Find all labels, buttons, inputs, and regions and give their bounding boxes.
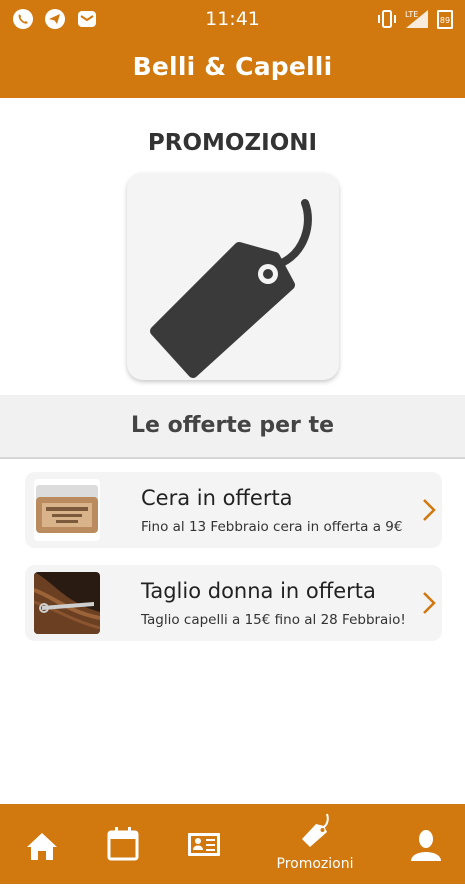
bottom-nav: Promozioni: [0, 804, 465, 884]
haircut-thumbnail: [34, 572, 100, 634]
nav-item-calendar[interactable]: [106, 804, 140, 884]
offer-card[interactable]: Cera in offerta Fino al 13 Febbraio cera…: [25, 472, 442, 548]
offer-card[interactable]: Taglio donna in offerta Taglio capelli a…: [25, 565, 442, 641]
offer-description: Taglio capelli a 15€ fino al 28 Febbraio…: [141, 612, 406, 628]
nav-item-home[interactable]: [24, 804, 60, 884]
battery-icon: 89: [437, 10, 453, 29]
vibrate-icon: [378, 10, 396, 28]
battery-level: 89: [440, 16, 450, 25]
wax-jar-thumbnail: [34, 479, 100, 541]
offer-title: Taglio donna in offerta: [141, 579, 376, 603]
chevron-right-icon[interactable]: [422, 591, 436, 615]
section-header: Le offerte per te: [0, 395, 465, 459]
contact-card-icon: [188, 833, 220, 856]
nav-label-promozioni: Promozioni: [276, 856, 354, 872]
chevron-right-icon[interactable]: [422, 498, 436, 522]
calendar-icon: [107, 827, 139, 861]
person-icon: [411, 830, 441, 861]
signal-icon: LTE: [405, 10, 428, 28]
app-bar: Belli & Capelli: [0, 38, 465, 98]
nav-item-profile[interactable]: [408, 804, 444, 884]
nav-item-contacts[interactable]: [186, 804, 222, 884]
status-bar: 11:41 LTE 89: [0, 0, 465, 38]
offer-title: Cera in offerta: [141, 486, 293, 510]
offer-description: Fino al 13 Febbraio cera in offerta a 9€: [141, 519, 403, 535]
page-title: PROMOZIONI: [147, 130, 318, 156]
price-tag-icon: [150, 199, 312, 378]
nav-item-promozioni[interactable]: Promozioni: [277, 804, 353, 884]
app-title: Belli & Capelli: [132, 52, 333, 81]
section-title: Le offerte per te: [130, 413, 335, 438]
promo-hero-card: [127, 173, 339, 380]
network-label: LTE: [405, 10, 418, 19]
price-tag-icon: [302, 813, 329, 847]
home-icon: [27, 833, 57, 860]
